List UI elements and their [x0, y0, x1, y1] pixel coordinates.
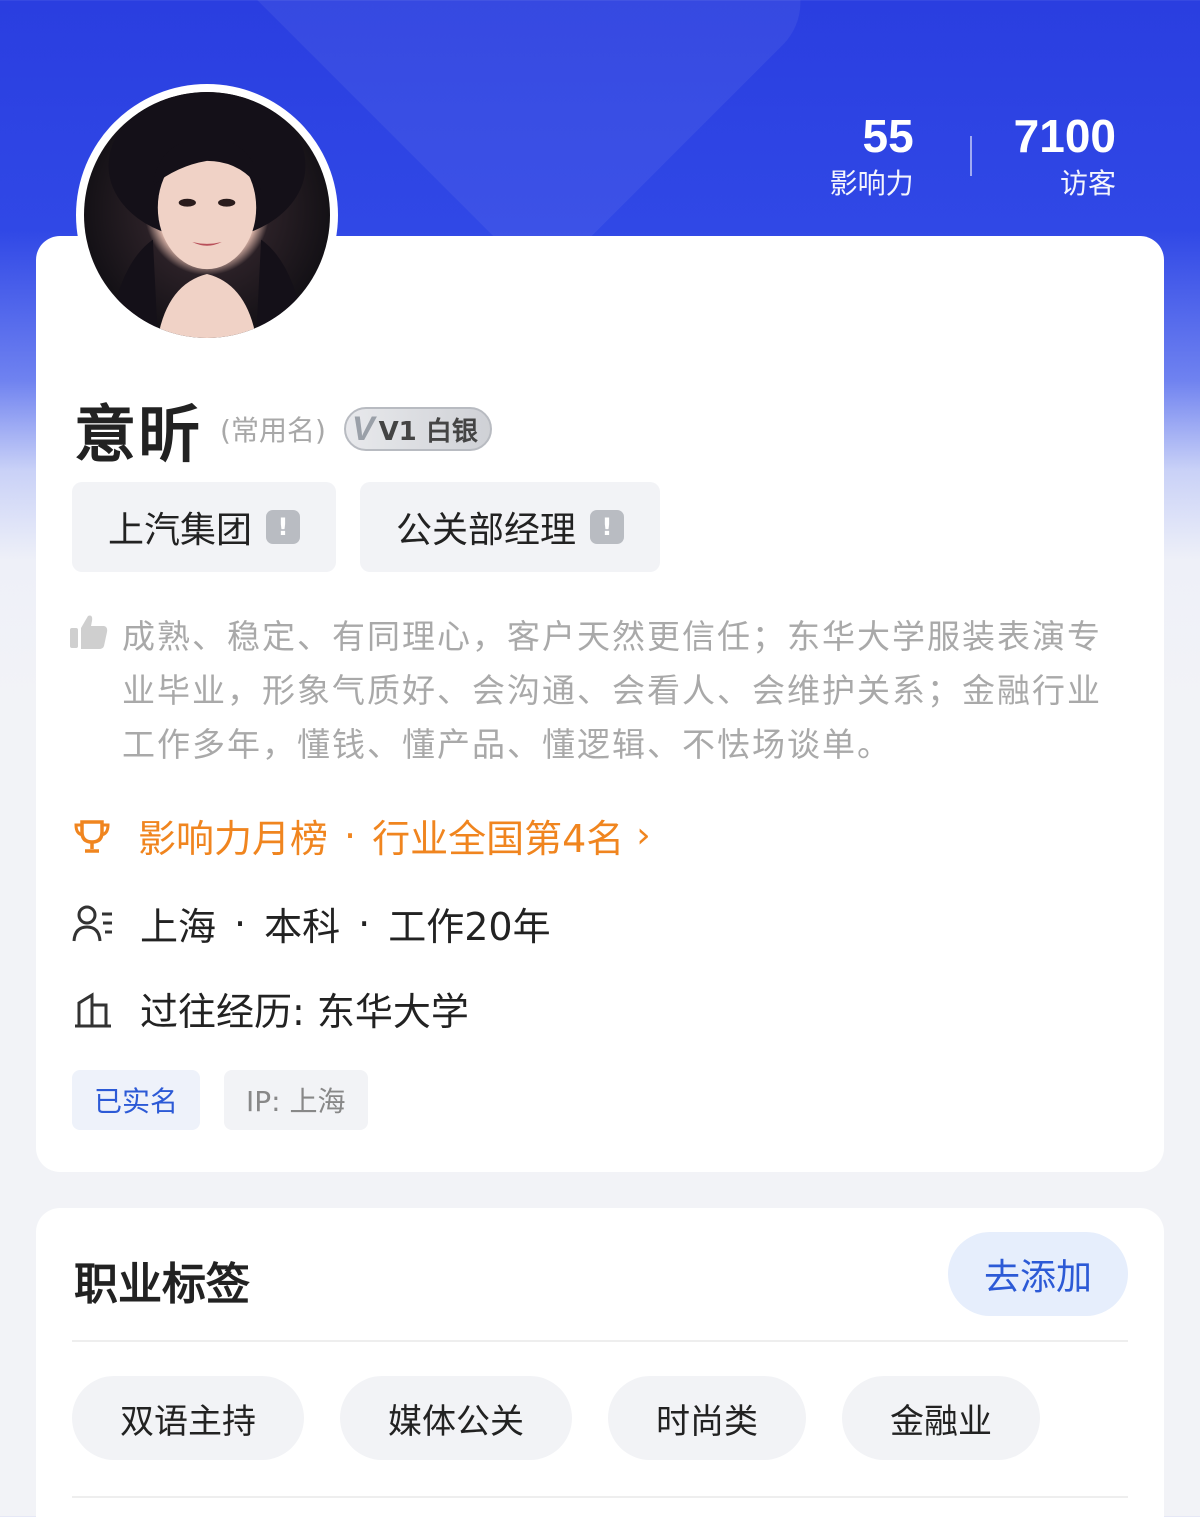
nickname-note: (常用名) [220, 414, 326, 447]
position-label: 公关部经理 [396, 510, 577, 551]
position-chip[interactable]: 公关部经理 ! [360, 482, 661, 572]
ranking-title: 影响力月榜 [138, 817, 329, 861]
stat-influence-value: 55 [862, 110, 914, 162]
stats-bar: 55 影响力 7100 访客 [830, 108, 1116, 204]
history-row: 过往经历: 东华大学 [72, 981, 469, 1036]
profile-name: 意昕 [74, 398, 203, 471]
education: 本科 [264, 905, 341, 949]
info-sep: · [358, 901, 371, 946]
avatar-photo [84, 92, 330, 338]
divider [72, 1496, 1128, 1498]
profile-description: 成熟、稳定、有同理心，客户天然更信任；东华大学服装表演专业毕业，形象气质好、会沟… [122, 617, 1102, 764]
chevron-right-icon: › [636, 815, 651, 856]
career-tag[interactable]: 金融业 [842, 1376, 1040, 1460]
city: 上海 [140, 905, 217, 949]
section-title: 职业标签 [74, 1259, 250, 1310]
add-tag-button[interactable]: 去添加 [948, 1232, 1128, 1316]
thumbs-up-icon [70, 615, 108, 649]
stat-visitors-value: 7100 [1013, 110, 1116, 162]
warning-icon: ! [590, 510, 625, 544]
basic-info-row: 上海 · 本科 · 工作20年 [72, 896, 551, 951]
stat-visitors-label: 访客 [1059, 167, 1116, 200]
experience: 工作20年 [388, 905, 551, 949]
divider [72, 1340, 1128, 1342]
career-tag[interactable]: 双语主持 [72, 1376, 304, 1460]
badge-v-icon: V [351, 409, 375, 448]
building-icon [75, 991, 111, 1027]
career-tag[interactable]: 时尚类 [608, 1376, 806, 1460]
company-chips: 上汽集团 ! 公关部经理 ! [72, 482, 661, 572]
warning-icon: ! [266, 510, 301, 544]
company-label: 上汽集团 [108, 510, 253, 551]
avatar[interactable] [76, 84, 338, 346]
ip-tag: IP: 上海 [224, 1070, 368, 1130]
ranking-detail: 行业全国第4名 [372, 817, 625, 861]
company-chip[interactable]: 上汽集团 ! [72, 482, 337, 572]
history-text: 过往经历: 东华大学 [140, 990, 469, 1034]
trophy-icon [74, 819, 110, 853]
career-tags-card: 职业标签 去添加 双语主持 媒体公关 时尚类 金融业 [36, 1208, 1164, 1517]
info-sep: · [234, 901, 247, 946]
person-list-icon [72, 905, 112, 941]
badge-text: V1 白银 [378, 416, 478, 447]
verified-tag[interactable]: 已实名 [72, 1070, 201, 1130]
career-tag[interactable]: 媒体公关 [340, 1376, 572, 1460]
name-row: 意昕 (常用名) V V1 白银 [74, 384, 492, 474]
stat-divider [969, 136, 972, 176]
verification-tags: 已实名 IP: 上海 [72, 1070, 368, 1130]
profile-card: 意昕 (常用名) V V1 白银 上汽集团 ! 公关部经理 ! 成熟、稳定、有同… [36, 236, 1164, 1172]
stat-visitors[interactable]: 7100 访客 [1014, 108, 1116, 204]
stat-influence[interactable]: 55 影响力 [830, 108, 914, 204]
ranking-link[interactable]: 影响力月榜 · 行业全国第4名 › [72, 808, 651, 863]
tag-list: 双语主持 媒体公关 时尚类 金融业 [72, 1376, 1040, 1460]
level-badge[interactable]: V V1 白银 [343, 407, 492, 451]
stat-influence-label: 影响力 [829, 167, 914, 200]
ranking-sep: · [344, 813, 357, 858]
